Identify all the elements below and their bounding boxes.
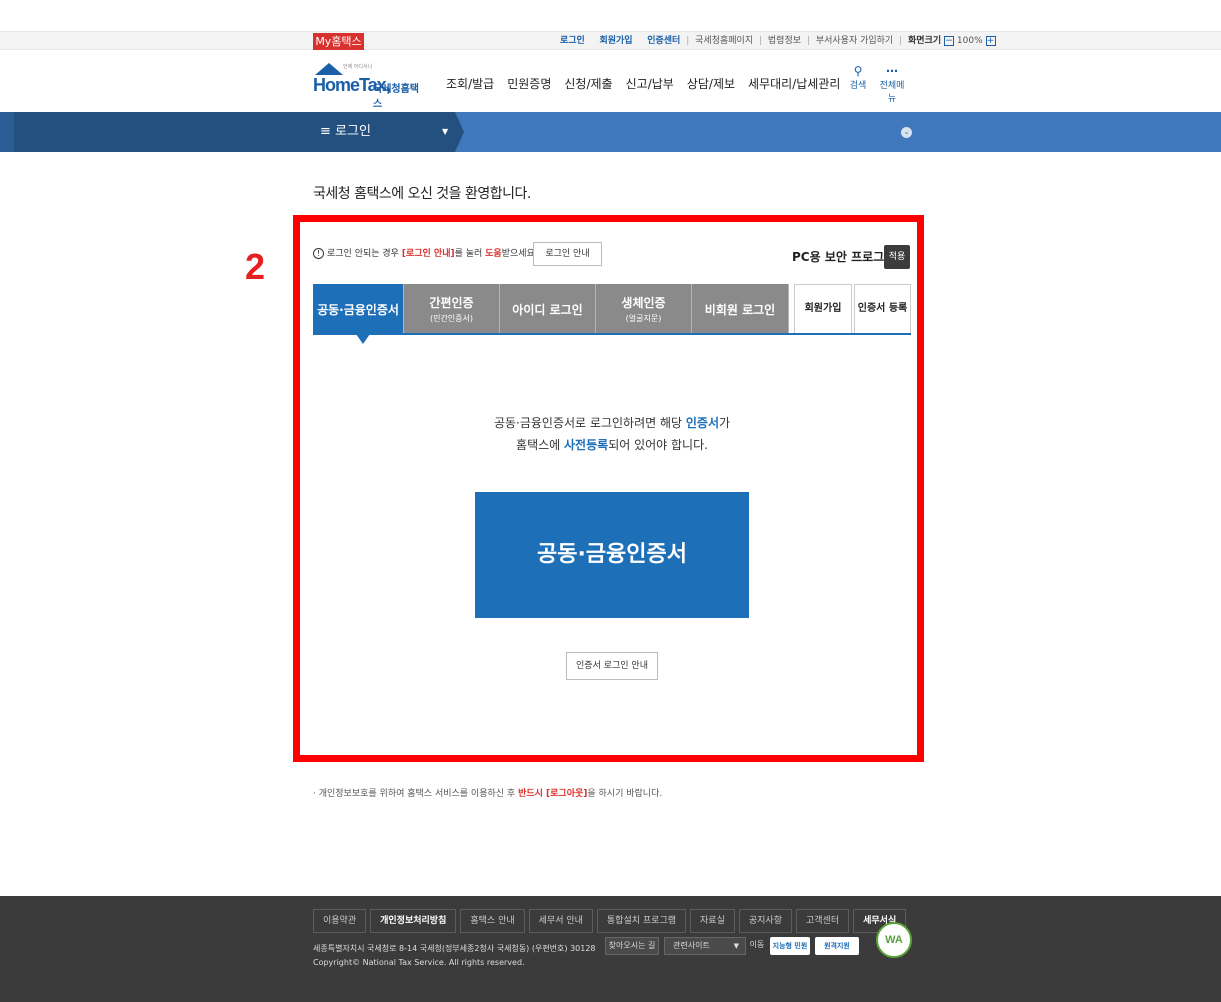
joint-cert-login-button[interactable]: 공동·금융인증서 xyxy=(475,492,749,618)
related-sites-select[interactable]: 관련사이트 ▼ xyxy=(664,937,746,955)
location-menu-dropdown[interactable]: ≡ 로그인 xyxy=(320,112,371,152)
privacy-note-text: · 개인정보보호를 위하여 홈택스 서비스를 이용하신 후 xyxy=(313,789,519,799)
annotation-label: 2 xyxy=(245,246,266,287)
tab-label: 공동·금융인증서 xyxy=(317,302,399,317)
related-sites-label: 관련사이트 xyxy=(673,941,710,950)
remote-support-badge[interactable]: 원격지원 xyxy=(815,937,859,955)
cert-desc-highlight: 사전등록 xyxy=(564,438,609,452)
screen-size-label: 화면크기 xyxy=(908,36,942,46)
tab-sublabel: (얼굴지문) xyxy=(625,314,662,323)
location-arrow xyxy=(455,112,464,152)
main-nav: 조회/발급 민원증명 신청/제출 신고/납부 상담/제보 세무대리/납세관리 xyxy=(446,75,853,92)
caret-down-icon: ▼ xyxy=(733,942,739,950)
footer-address: 세종특별자치시 국세청로 8-14 국세청(정부세종2청사 국세청동) (우편번… xyxy=(313,944,596,953)
tab-nonmember-login[interactable]: 비회원 로그인 xyxy=(692,284,789,334)
login-notice: ! 로그인 안되는 경우 [로그인 안내]를 눌러 도움받으세요. xyxy=(313,246,538,262)
security-program-label: PC용 보안 프로그램 xyxy=(792,250,896,264)
go-button[interactable]: 이동 xyxy=(748,937,766,955)
footer-link-customer-center[interactable]: 고객센터 xyxy=(795,909,850,933)
login-guide-link[interactable]: [로그인 안내] xyxy=(402,249,455,259)
footer-link-tax-office[interactable]: 세무서 안내 xyxy=(528,909,593,933)
tab-label: 생체인증 xyxy=(621,296,666,310)
active-tab-pointer xyxy=(356,334,370,344)
tab-label: 아이디 로그인 xyxy=(512,302,583,317)
footer-links: 이용약관 개인정보처리방침 홈택스 안내 세무서 안내 통합설치 프로그램 자료… xyxy=(313,909,910,933)
cert-register-button[interactable]: 인증서 등록 xyxy=(854,284,911,334)
footer-copyright: Copyright© National Tax Service. All rig… xyxy=(313,958,525,967)
nav-item-certificate[interactable]: 민원증명 xyxy=(507,75,551,92)
location-bar-right xyxy=(455,112,1221,152)
zoom-out-button[interactable]: − xyxy=(944,35,955,46)
search-icon: ⚲ xyxy=(853,64,863,78)
my-hometax-button[interactable]: My홈택스 xyxy=(313,33,364,50)
search-button[interactable]: ⚲ 검색 xyxy=(843,64,873,91)
grid-menu-icon: ⋯ xyxy=(886,64,898,78)
tab-label: 간편인증 xyxy=(429,296,474,310)
tab-label: 비회원 로그인 xyxy=(704,302,776,317)
security-apply-button[interactable]: 적용 xyxy=(884,245,910,269)
cert-center-link[interactable]: 인증센터 xyxy=(647,36,680,46)
privacy-note-text: 을 하시기 바랍니다. xyxy=(587,789,663,799)
hometax-logo[interactable]: 언제 어디서나 Hom​eTax, 국세청홈택스 xyxy=(313,63,428,110)
cert-desc-text: 홈택스에 xyxy=(516,438,565,452)
nav-item-inquiry[interactable]: 조회/발급 xyxy=(446,75,494,92)
footer-link-notice[interactable]: 공지사항 xyxy=(738,909,792,933)
footer-link-install[interactable]: 통합설치 프로그램 xyxy=(596,909,687,933)
cert-desc-text: 가 xyxy=(718,416,731,430)
cert-desc-text: 되어 있어야 합니다. xyxy=(608,438,708,452)
cert-desc-highlight: 인증서 xyxy=(685,416,719,430)
login-guide-button[interactable]: 로그인 안내 xyxy=(533,242,602,266)
footer-link-terms[interactable]: 이용약관 xyxy=(313,909,367,933)
login-link[interactable]: 로그인 xyxy=(560,36,585,46)
caret-down-icon[interactable]: ▼ xyxy=(442,112,448,152)
join-link[interactable]: 회원가입 xyxy=(599,36,632,46)
footer-link-hometax-guide[interactable]: 홈택스 안내 xyxy=(460,909,525,933)
tab-underline xyxy=(313,333,911,335)
footer-link-archive[interactable]: 자료실 xyxy=(690,909,735,933)
utility-links: 로그인 회원가입 인증센터 | 국세청홈페이지 | 법령정보 | 부서사용자 가… xyxy=(560,35,996,46)
all-menu-label: 전체메뉴 xyxy=(879,81,905,104)
cert-desc-text: 공동·금융인증서로 로그인하려면 해당 xyxy=(493,416,686,430)
footer-link-privacy[interactable]: 개인정보처리방침 xyxy=(370,909,457,933)
zoom-in-button[interactable]: + xyxy=(985,35,996,46)
logo-brand-kr: 국세청홈택스 xyxy=(373,84,419,110)
privacy-note: · 개인정보보호를 위하여 홈택스 서비스를 이용하신 후 반드시 [로그아웃]… xyxy=(313,786,662,799)
chevron-down-icon[interactable]: ⌄ xyxy=(901,127,912,138)
tab-joint-cert[interactable]: 공동·금융인증서 xyxy=(313,284,404,334)
logo-tagline: 언제 어디서나 xyxy=(343,64,373,70)
tab-biometric[interactable]: 생체인증 (얼굴지문) xyxy=(596,284,692,334)
dept-join-link[interactable]: 부서사용자 가입하기 xyxy=(816,36,893,46)
tab-sublabel: (민간인증서) xyxy=(429,314,474,323)
notice-text-mid: 를 눌러 xyxy=(454,249,486,259)
smart-civil-badge[interactable]: 지능형 민원 xyxy=(770,937,810,955)
cert-login-guide-button[interactable]: 인증서 로그인 안내 xyxy=(566,652,658,680)
tab-simple-auth[interactable]: 간편인증 (민간인증서) xyxy=(404,284,500,334)
zoom-value: 100% xyxy=(956,36,983,46)
law-info-link[interactable]: 법령정보 xyxy=(768,36,801,46)
nav-item-consult[interactable]: 상담/제보 xyxy=(687,75,735,92)
nav-item-apply[interactable]: 신청/제출 xyxy=(564,75,612,92)
info-icon: ! xyxy=(313,248,324,259)
nav-item-tax-agent[interactable]: 세무대리/납세관리 xyxy=(748,75,840,92)
tab-id-login[interactable]: 아이디 로그인 xyxy=(500,284,596,334)
wa-certification-mark: WA xyxy=(876,922,912,958)
location-bar-left xyxy=(14,112,455,152)
nav-item-report-pay[interactable]: 신고/납부 xyxy=(626,75,674,92)
notice-text: 로그인 안되는 경우 xyxy=(327,249,402,259)
nts-home-link[interactable]: 국세청홈페이지 xyxy=(695,36,753,46)
join-button[interactable]: 회원가입 xyxy=(794,284,852,334)
all-menu-button[interactable]: ⋯ 전체메뉴 xyxy=(877,64,907,104)
privacy-note-highlight: 반드시 [로그아웃] xyxy=(518,789,588,799)
cert-description: 공동·금융인증서로 로그인하려면 해당 인증서가 홈택스에 사전등록되어 있어야… xyxy=(313,412,911,456)
page-title: 국세청 홈택스에 오신 것을 환영합니다. xyxy=(313,186,531,202)
directions-button[interactable]: 찾아오시는 길 xyxy=(605,937,659,955)
help-text: 도움 xyxy=(485,249,502,259)
search-label: 검색 xyxy=(849,81,867,91)
house-roof-icon xyxy=(315,63,343,75)
